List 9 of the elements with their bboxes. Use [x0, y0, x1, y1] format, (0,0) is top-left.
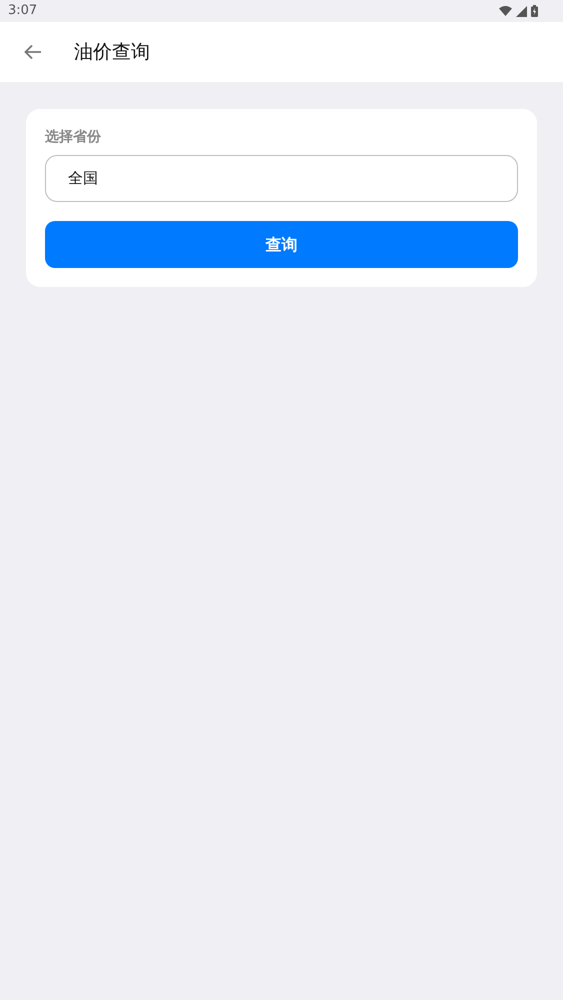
page-title: 油价查询 — [74, 40, 150, 65]
back-icon[interactable] — [24, 44, 42, 60]
battery-icon — [531, 5, 538, 17]
query-button[interactable]: 查询 — [45, 221, 518, 268]
province-label: 选择省份 — [45, 128, 102, 147]
province-field[interactable]: 全国 — [45, 155, 518, 202]
signal-icon — [516, 6, 527, 16]
wifi-icon — [499, 6, 512, 16]
status-time: 3:07 — [8, 2, 38, 20]
